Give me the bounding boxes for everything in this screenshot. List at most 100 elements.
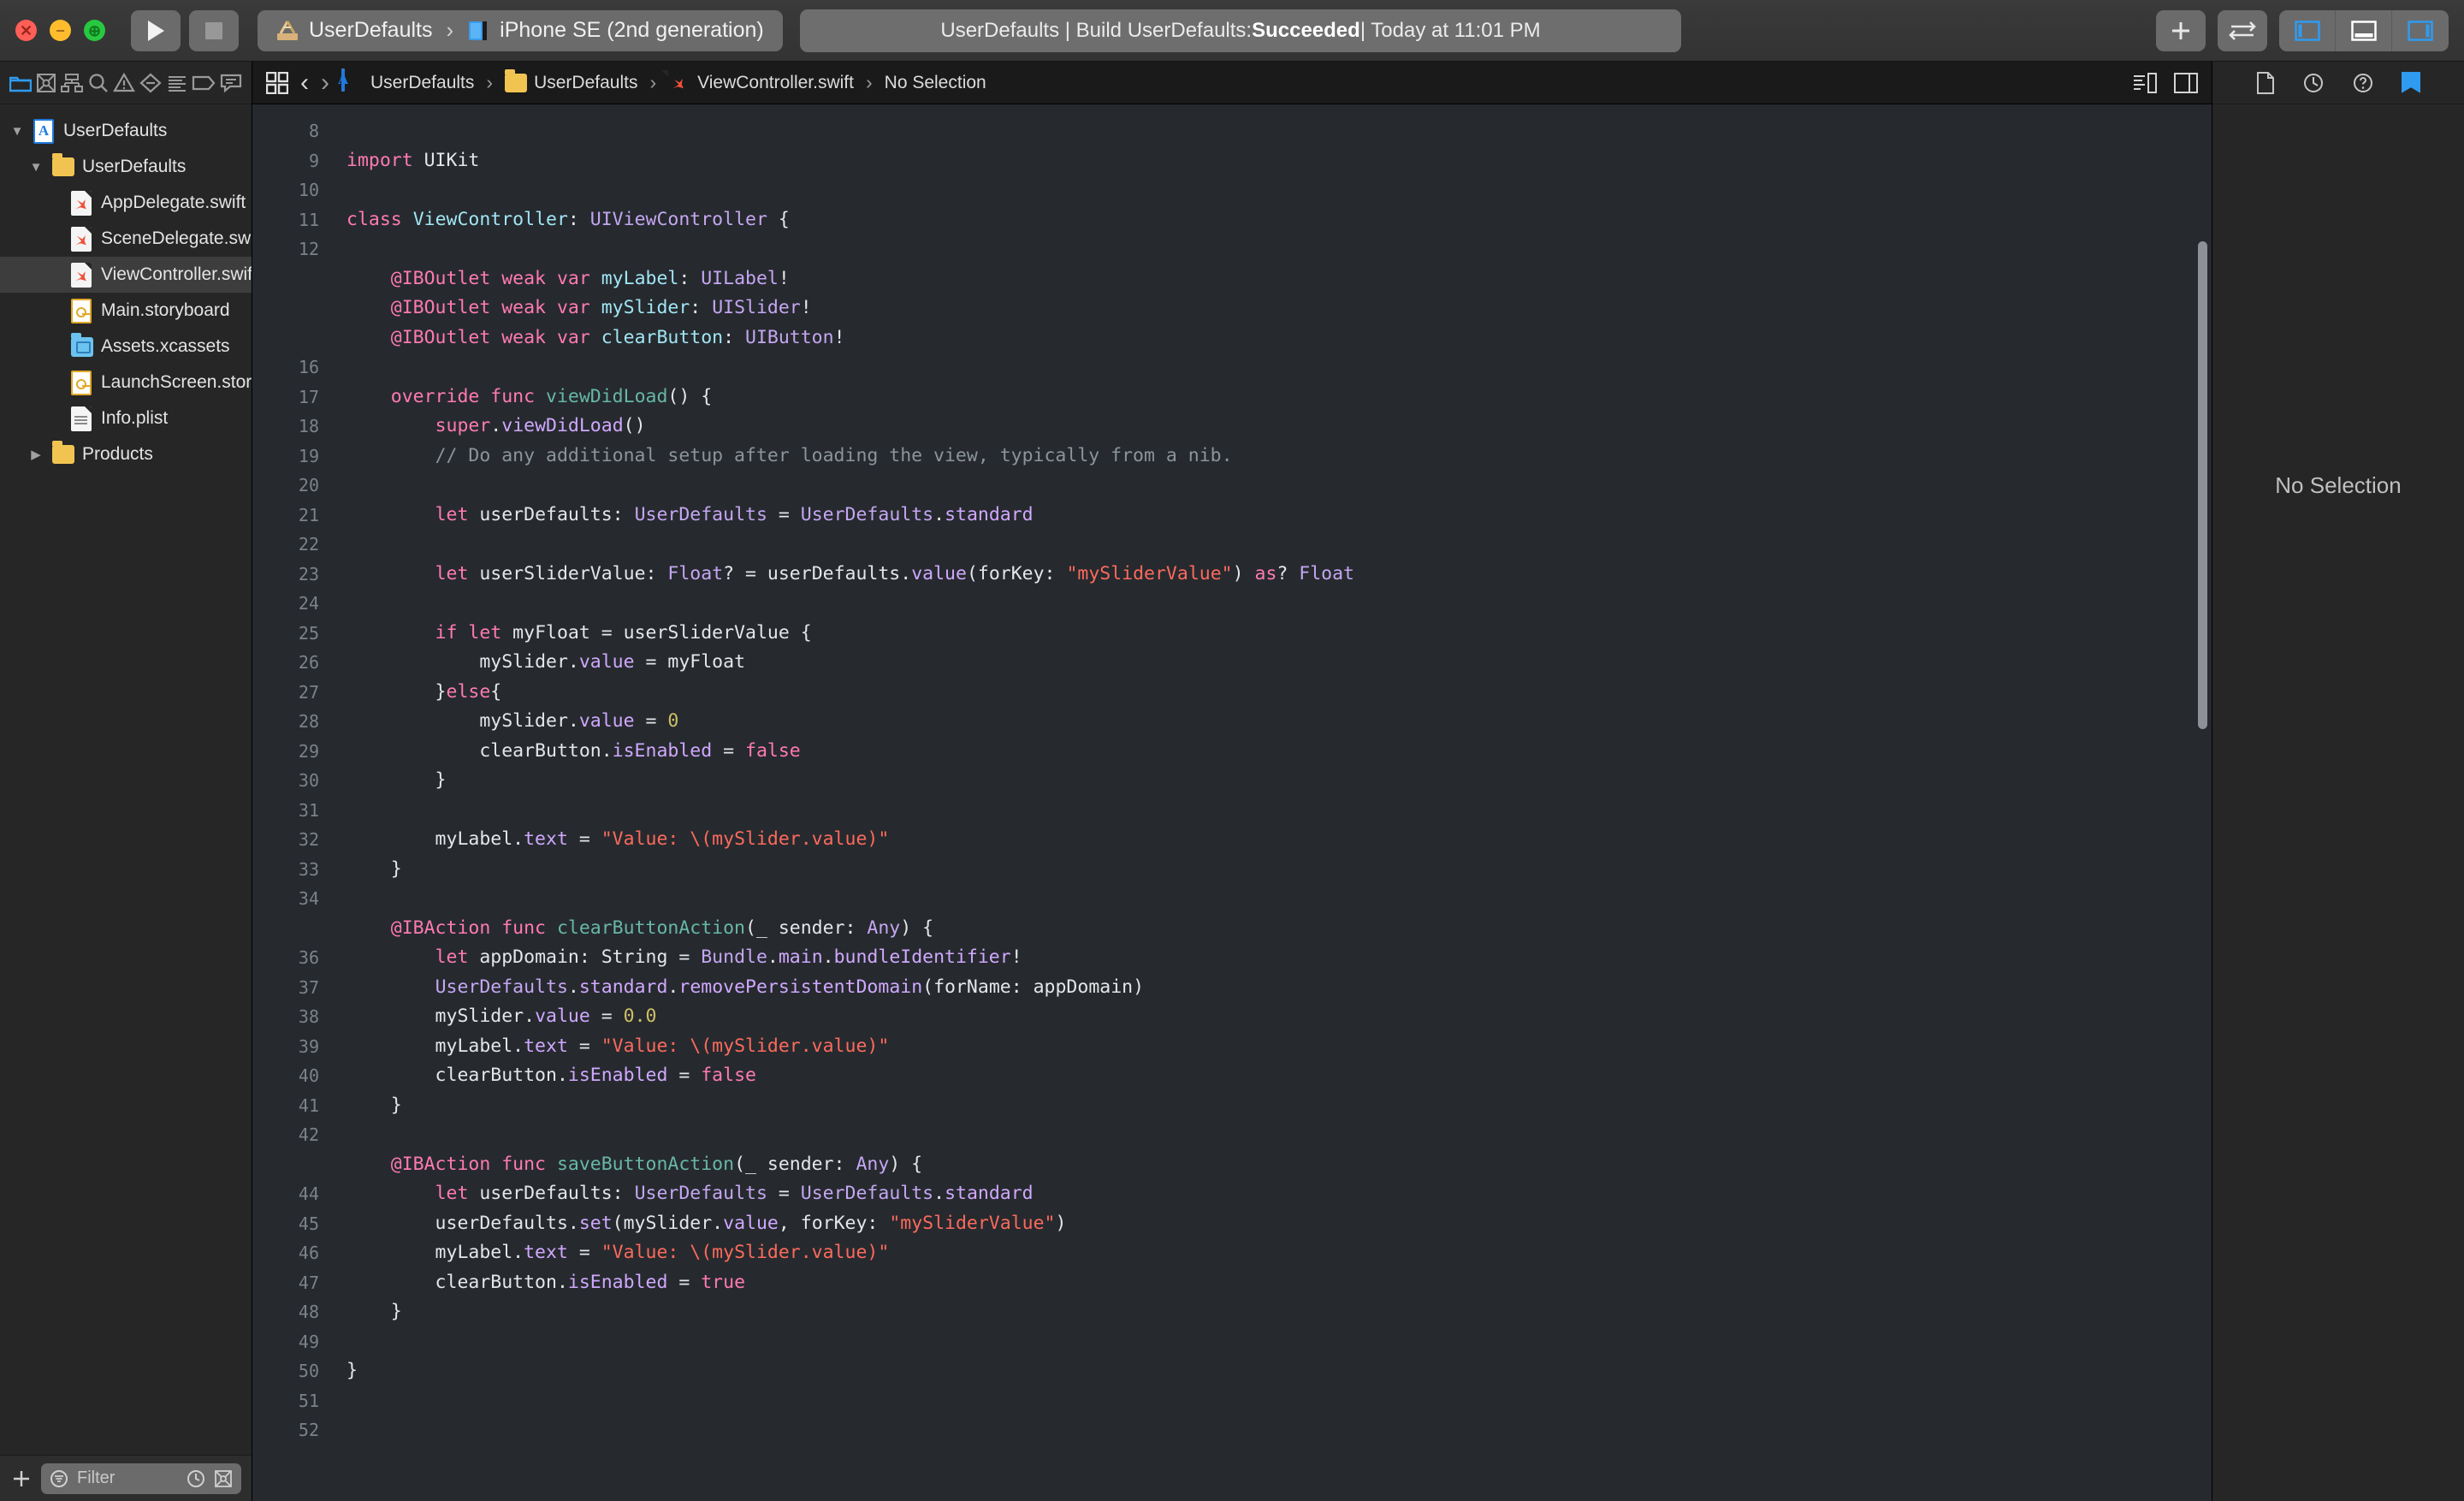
disclosure-triangle[interactable]: ▶ [27,447,44,462]
line-number[interactable]: 11 [252,205,331,235]
line-number[interactable]: 50 [252,1356,331,1386]
line-number[interactable]: 27 [252,678,331,708]
source-control-navigator-tab[interactable] [36,73,56,93]
line-number[interactable]: 34 [252,884,331,914]
code-line[interactable]: } [346,1091,2212,1121]
quick-help-tab[interactable] [2353,73,2373,93]
code-line[interactable]: class ViewController: UIViewController { [346,205,2212,235]
code-line[interactable]: let userDefaults: UserDefaults = UserDef… [346,501,2212,531]
code-line[interactable] [346,116,2212,146]
recent-filter-button[interactable] [187,1469,205,1488]
run-button[interactable] [131,9,181,51]
library-tab[interactable] [2402,71,2421,94]
code-line[interactable]: import UIKit [346,146,2212,176]
code-line[interactable] [346,1120,2212,1150]
navigator-item-viewcontroller-swift[interactable]: ViewController.swift [0,257,252,293]
line-number[interactable]: 28 [252,707,331,737]
code-line[interactable] [346,1327,2212,1357]
navigator-item-scenedelegate-swift[interactable]: SceneDelegate.swift [0,221,252,257]
issue-navigator-tab[interactable] [113,72,135,93]
navigator-item-launchscreen-storyboard[interactable]: LaunchScreen.storyboard [0,365,252,400]
stop-button[interactable] [189,9,239,51]
line-number[interactable]: 30 [252,766,331,796]
navigator-item-assets-xcassets[interactable]: Assets.xcassets [0,329,252,365]
navigate-back-button[interactable]: ‹ [300,68,309,98]
navigator-item-userdefaults[interactable]: ▼ UserDefaults [0,149,252,185]
line-number[interactable]: 39 [252,1032,331,1062]
minimap-button[interactable] [2133,72,2157,93]
line-number[interactable]: 51 [252,1386,331,1416]
code-line[interactable]: } [346,766,2212,796]
line-number[interactable]: 10 [252,175,331,205]
line-number[interactable]: 16 [252,353,331,383]
code-line[interactable]: }else{ [346,678,2212,708]
line-number[interactable]: 12 [252,234,331,264]
code-line[interactable]: mySlider.value = 0 [346,707,2212,737]
scheme-selector[interactable]: UserDefaults › iPhone SE (2nd generation… [258,9,783,51]
code-line[interactable]: mySlider.value = 0.0 [346,1002,2212,1032]
code-line[interactable]: let appDomain: String = Bundle.main.bund… [346,943,2212,973]
disclosure-triangle[interactable]: ▼ [27,160,44,175]
add-file-button[interactable] [10,1468,33,1490]
filter-field[interactable]: Filter [41,1462,241,1494]
line-number[interactable] [252,294,331,323]
line-number[interactable]: 37 [252,973,331,1003]
toggle-navigator-button[interactable] [2279,9,2336,51]
line-number[interactable]: 32 [252,825,331,855]
code-line[interactable]: userDefaults.set(mySlider.value, forKey:… [346,1209,2212,1239]
code-line[interactable]: override func viewDidLoad() { [346,383,2212,412]
line-number-gutter[interactable]: 8 9 10 11 12 16 17 18 19 20 21 22 23 24 25 26 27 28 29 30 31… [252,104,331,1501]
navigator-item-userdefaults[interactable]: ▼ UserDefaults [0,113,252,149]
editor-scrollbar[interactable] [2198,241,2207,729]
line-number[interactable]: 40 [252,1061,331,1091]
report-navigator-tab[interactable] [220,73,242,93]
find-navigator-tab[interactable] [88,73,109,93]
add-editor-button[interactable] [2156,9,2206,51]
zoom-window-button[interactable]: ⊕ [84,20,105,41]
line-number[interactable] [252,1150,331,1180]
activity-status-bar[interactable]: UserDefaults | Build UserDefaults: Succe… [800,9,1681,52]
code-line[interactable]: @IBOutlet weak var mySlider: UISlider! [346,294,2212,323]
code-line[interactable] [346,589,2212,619]
code-line[interactable] [346,796,2212,826]
line-number[interactable]: 42 [252,1120,331,1150]
toggle-inspector-button[interactable] [2392,10,2449,51]
code-line[interactable]: super.viewDidLoad() [346,412,2212,442]
navigate-forward-button[interactable]: › [321,68,329,98]
line-number[interactable]: 8 [252,116,331,146]
code-line[interactable]: myLabel.text = "Value: \(mySlider.value)… [346,1032,2212,1062]
line-number[interactable]: 22 [252,530,331,560]
code-line[interactable]: @IBOutlet weak var clearButton: UIButton… [346,323,2212,353]
code-line[interactable]: } [346,855,2212,885]
navigator-item-appdelegate-swift[interactable]: AppDelegate.swift [0,185,252,221]
line-number[interactable]: 19 [252,442,331,472]
line-number[interactable]: 18 [252,412,331,442]
code-line[interactable]: } [346,1297,2212,1327]
source-editor[interactable]: 8 9 10 11 12 16 17 18 19 20 21 22 23 24 25 26 27 28 29 30 31… [252,104,2212,1501]
code-line[interactable]: myLabel.text = "Value: \(mySlider.value)… [346,825,2212,855]
source-control-filter-button[interactable] [214,1469,233,1488]
line-number[interactable]: 26 [252,648,331,678]
file-inspector-tab[interactable] [2256,71,2275,94]
line-number[interactable]: 48 [252,1297,331,1327]
code-line[interactable]: clearButton.isEnabled = true [346,1268,2212,1298]
line-number[interactable]: 33 [252,855,331,885]
code-line[interactable]: } [346,1356,2212,1386]
project-navigator-tree[interactable]: ▼ UserDefaults ▼ UserDefaults AppDelegate.sw… [0,104,252,1455]
line-number[interactable]: 49 [252,1327,331,1357]
line-number[interactable]: 25 [252,619,331,649]
line-number[interactable]: 23 [252,560,331,590]
line-number[interactable] [252,914,331,944]
breadcrumb-item-project[interactable]: UserDefaults [341,68,474,96]
history-inspector-tab[interactable] [2303,73,2324,93]
breakpoint-navigator-tab[interactable] [192,74,216,92]
code-line[interactable]: if let myFloat = userSliderValue { [346,619,2212,649]
minimize-window-button[interactable]: − [50,20,71,41]
line-number[interactable] [252,323,331,353]
project-navigator-tab[interactable] [9,74,32,92]
line-number[interactable]: 46 [252,1238,331,1268]
line-number[interactable]: 36 [252,943,331,973]
code-line[interactable]: let userDefaults: UserDefaults = UserDef… [346,1179,2212,1209]
code-line[interactable]: @IBAction func saveButtonAction(_ sender… [346,1150,2212,1180]
code-line[interactable] [346,530,2212,560]
